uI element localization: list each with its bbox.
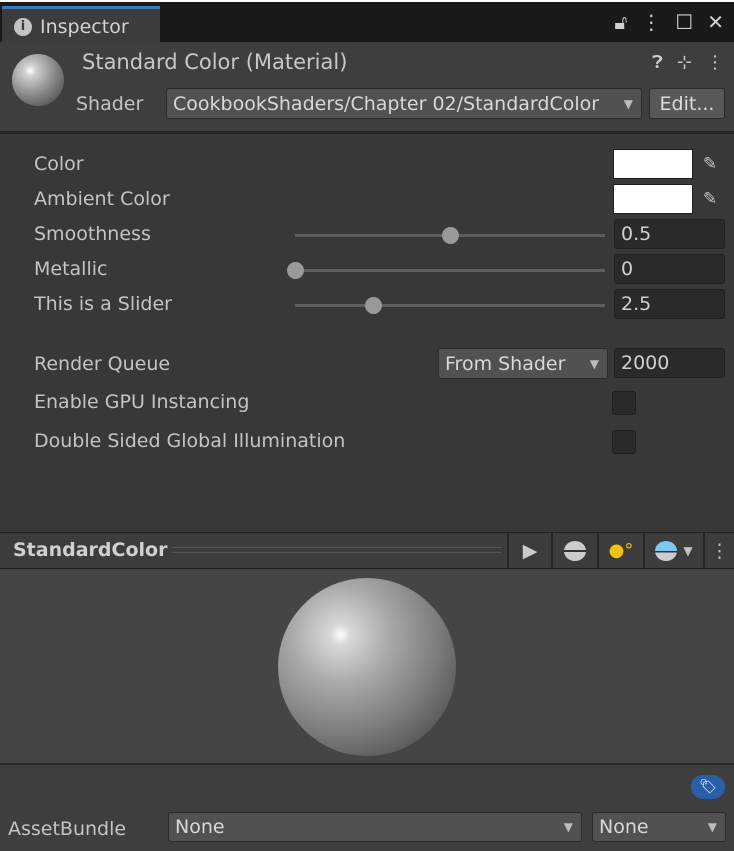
- tab-label: Inspector: [40, 15, 129, 38]
- assetbundle-label: AssetBundle: [8, 818, 127, 840]
- skybox-dropdown[interactable]: ▼: [643, 533, 703, 568]
- render-queue-input[interactable]: 2000: [614, 348, 725, 378]
- shader-value: CookbookShaders/Chapter 02/StandardColor: [173, 92, 600, 115]
- ambient-color-swatch[interactable]: [613, 184, 693, 214]
- more-icon[interactable]: ⋮: [706, 52, 724, 73]
- help-icon[interactable]: ❓︎: [652, 52, 663, 73]
- shader-label: Shader: [76, 93, 144, 115]
- assetbundle-variant-dropdown[interactable]: None ▼: [592, 812, 726, 842]
- info-icon: i: [14, 17, 32, 36]
- slider-value-input[interactable]: 0.5: [614, 219, 725, 249]
- double-sided-gi-label: Double Sided Global Illumination: [34, 430, 346, 452]
- chevron-down-icon: ▼: [707, 820, 717, 834]
- window-controls: 🔓︎ ⋮ ☐ ✕: [614, 10, 724, 34]
- slider-label: Metallic: [34, 258, 108, 280]
- preview-mesh-sphere-icon: [564, 540, 586, 561]
- tab-inspector[interactable]: i Inspector: [2, 6, 160, 44]
- preview-mesh-button[interactable]: [551, 533, 597, 568]
- eyedropper-icon[interactable]: ✎: [696, 149, 724, 179]
- maximize-icon[interactable]: ☐: [675, 10, 693, 34]
- preview-resize-handle[interactable]: [172, 547, 502, 553]
- more-icon[interactable]: ⋮: [641, 10, 661, 34]
- chevron-down-icon: ▼: [589, 356, 599, 371]
- play-icon: ▶: [522, 539, 538, 562]
- edit-shader-button[interactable]: Edit...: [649, 88, 725, 119]
- skybox-sphere-icon: [655, 540, 678, 561]
- more-button[interactable]: ⋮: [703, 533, 734, 568]
- assetbundle-dropdown[interactable]: None ▼: [168, 812, 582, 842]
- tag-icon[interactable]: 🏷︎: [691, 775, 725, 799]
- light-icon: ●°: [608, 540, 634, 561]
- chevron-down-icon: ▼: [623, 96, 633, 111]
- light-button[interactable]: ●°: [597, 533, 643, 568]
- assetbundle-variant-value: None: [599, 816, 649, 838]
- slider-value-input[interactable]: 2.5: [614, 289, 725, 319]
- preview-sphere: [278, 578, 456, 756]
- slider-track[interactable]: [295, 227, 605, 244]
- slider-thumb[interactable]: [287, 262, 304, 279]
- slider-track[interactable]: [295, 297, 605, 314]
- lock-icon[interactable]: 🔓︎: [614, 10, 627, 34]
- material-title: Standard Color (Material): [82, 50, 348, 74]
- color-label: Color: [34, 153, 84, 175]
- slider-label: This is a Slider: [34, 293, 172, 315]
- slider-thumb[interactable]: [442, 227, 459, 244]
- preview-toolbar: StandardColor ▶ ●° ▼ ⋮: [0, 532, 734, 569]
- material-preview[interactable]: [0, 569, 734, 763]
- settings-sliders-icon[interactable]: ⊹: [677, 52, 692, 73]
- eyedropper-icon[interactable]: ✎: [696, 184, 724, 214]
- chevron-down-icon: ▼: [683, 543, 693, 558]
- gpu-instancing-checkbox[interactable]: [612, 391, 636, 415]
- slider-thumb[interactable]: [364, 297, 382, 314]
- shader-dropdown[interactable]: CookbookShaders/Chapter 02/StandardColor…: [166, 88, 642, 119]
- double-sided-gi-checkbox[interactable]: [612, 430, 636, 454]
- render-queue-label: Render Queue: [34, 353, 171, 375]
- material-thumbnail: [12, 54, 64, 106]
- material-header: Standard Color (Material) ❓︎ ⊹ ⋮ Shader …: [0, 42, 734, 134]
- tab-bar: i Inspector 🔓︎ ⋮ ☐ ✕: [0, 0, 734, 44]
- slider-value-input[interactable]: 0: [614, 254, 725, 284]
- slider-label: Smoothness: [34, 223, 151, 245]
- footer: 🏷︎ AssetBundle None ▼ None ▼: [0, 763, 734, 851]
- render-queue-dropdown[interactable]: From Shader ▼: [438, 348, 608, 379]
- slider-track[interactable]: [287, 262, 605, 279]
- more-icon: ⋮: [710, 539, 729, 562]
- ambient-color-label: Ambient Color: [34, 188, 170, 210]
- play-button[interactable]: ▶: [507, 533, 551, 568]
- chevron-down-icon: ▼: [563, 820, 573, 834]
- preview-title: StandardColor: [13, 539, 168, 561]
- render-queue-mode: From Shader: [445, 352, 566, 375]
- close-icon[interactable]: ✕: [707, 10, 724, 34]
- gpu-instancing-label: Enable GPU Instancing: [34, 391, 250, 413]
- assetbundle-value: None: [175, 816, 225, 838]
- color-swatch[interactable]: [613, 149, 693, 179]
